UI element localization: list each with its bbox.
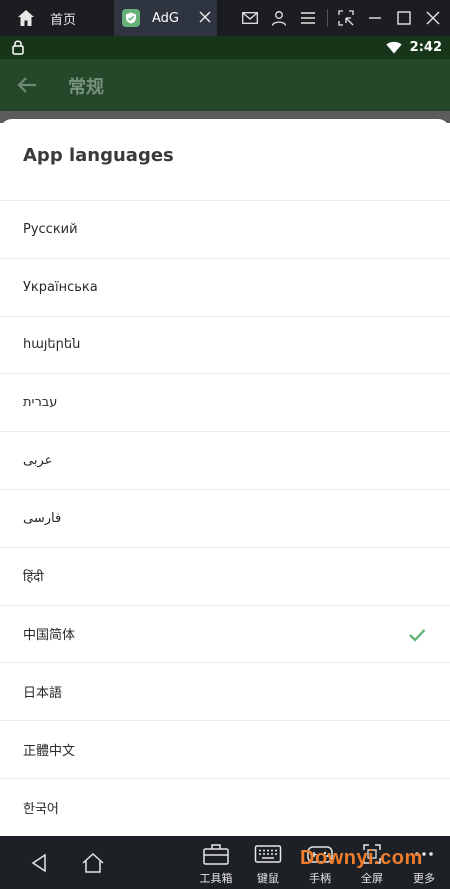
divider — [327, 9, 328, 27]
language-label: 日本語 — [23, 686, 63, 702]
sheet-title: App languages — [23, 145, 174, 166]
home-tab[interactable]: 首页 — [0, 0, 114, 36]
emulator-title-bar: 首页 AdG — [0, 0, 450, 36]
language-label: עברית — [23, 395, 58, 411]
language-option[interactable]: 正體中文 — [0, 720, 450, 778]
language-label: हिंदी — [23, 570, 44, 586]
menu-icon[interactable] — [297, 7, 319, 29]
language-label: 正體中文 — [23, 744, 76, 760]
language-option[interactable]: Українська — [0, 257, 450, 316]
language-option[interactable]: عربى — [0, 431, 450, 489]
status-bar: 2:42 — [0, 36, 450, 59]
close-icon[interactable] — [422, 7, 444, 29]
screen-select-icon[interactable] — [335, 7, 357, 29]
app-toolbar: 常规 — [0, 59, 450, 111]
language-label: 한국어 — [23, 801, 59, 817]
language-option-selected[interactable]: 中国简体 — [0, 604, 450, 663]
mail-icon[interactable] — [239, 7, 261, 29]
keyboard-icon — [254, 845, 282, 863]
language-label: Українська — [23, 279, 98, 295]
language-option[interactable]: հայերեն — [0, 315, 450, 374]
fullscreen-label: 全屏 — [361, 872, 383, 885]
home-icon — [18, 10, 34, 26]
language-label: فارسی — [23, 510, 62, 526]
arrow-left-icon[interactable] — [16, 74, 38, 96]
page-title: 常规 — [68, 77, 104, 98]
adguard-logo-icon — [122, 9, 140, 27]
keyboard-label: 键鼠 — [257, 872, 279, 885]
home-tab-label: 首页 — [50, 12, 77, 28]
language-list: Русский Українська հայերեն עברית عربى فا… — [0, 200, 450, 836]
app-tab[interactable]: AdG — [114, 0, 217, 36]
language-option[interactable]: 日本語 — [0, 662, 450, 720]
minimize-icon[interactable] — [364, 7, 386, 29]
toolbox-label: 工具箱 — [199, 872, 233, 885]
language-bottom-sheet: App languages Русский Українська հայերեն… — [0, 119, 450, 837]
keyboard-button[interactable]: 键鼠 — [246, 842, 290, 886]
language-option[interactable]: 한국어 — [0, 777, 450, 836]
language-label: հայերեն — [23, 337, 81, 353]
language-option[interactable]: עברית — [0, 373, 450, 431]
home-nav-icon[interactable] — [80, 850, 106, 876]
toolbox-icon — [203, 844, 229, 865]
language-label: Русский — [23, 221, 78, 237]
back-nav-icon[interactable] — [26, 850, 52, 876]
vpn-lock-icon — [12, 40, 24, 55]
watermark: Downyi.com — [300, 847, 423, 869]
language-option[interactable]: हिंदी — [0, 546, 450, 605]
more-label: 更多 — [413, 872, 435, 885]
tab-close-icon[interactable] — [197, 9, 213, 25]
gamepad-label: 手柄 — [309, 872, 331, 885]
language-label: 中国简体 — [23, 628, 76, 644]
maximize-icon[interactable] — [393, 7, 415, 29]
wifi-icon — [385, 41, 402, 54]
check-icon — [409, 628, 426, 642]
language-option[interactable]: Русский — [0, 200, 450, 258]
language-label: عربى — [23, 453, 53, 469]
user-icon[interactable] — [268, 7, 290, 29]
language-option[interactable]: فارسی — [0, 488, 450, 547]
status-time: 2:42 — [409, 40, 442, 55]
toolbox-button[interactable]: 工具箱 — [194, 842, 238, 886]
app-tab-label: AdG — [152, 10, 179, 26]
